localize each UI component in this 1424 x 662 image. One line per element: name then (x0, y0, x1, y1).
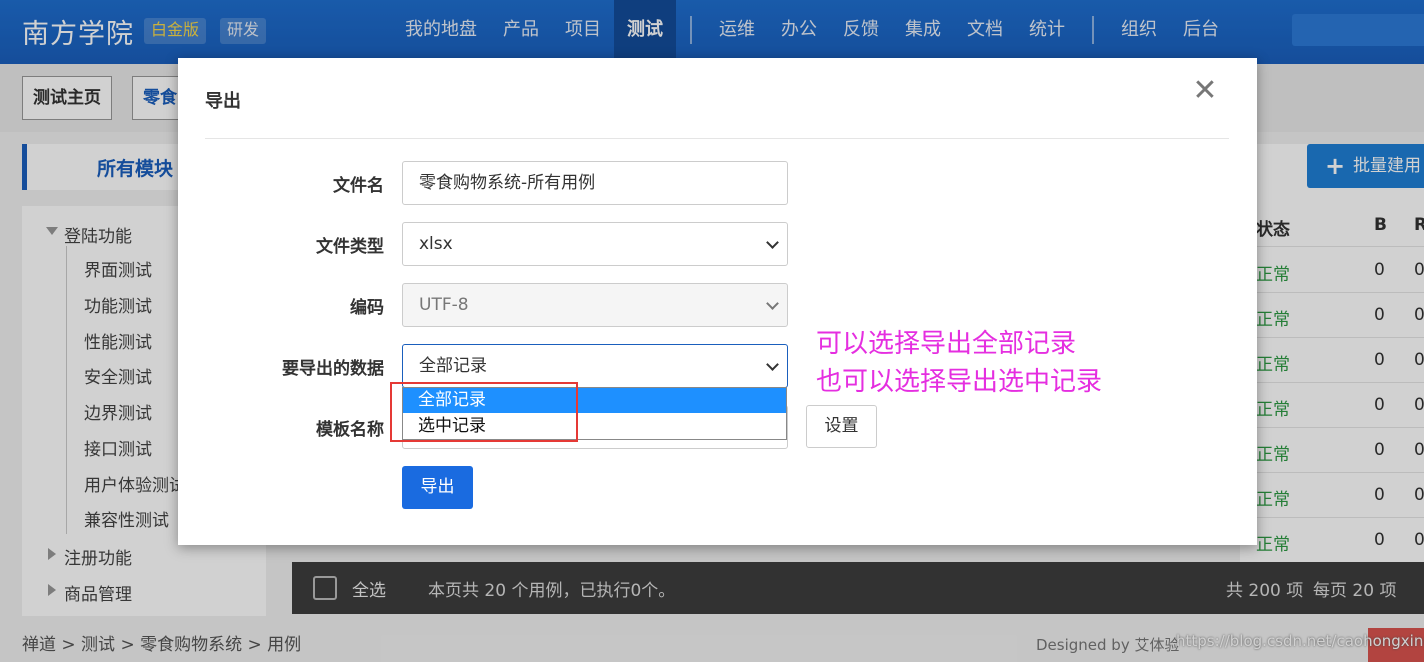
close-icon[interactable]: ✕ (1190, 74, 1220, 108)
template-label: 模板名称 (316, 420, 384, 440)
export-dialog: 导出 ✕ 文件名 零食购物系统-所有用例 文件类型 xlsx 编码 UTF-8 … (178, 58, 1257, 545)
encoding-select: UTF-8 (402, 283, 788, 327)
chevron-down-icon (766, 358, 779, 371)
annotation-highlight-box (390, 382, 578, 442)
chevron-down-icon (766, 236, 779, 249)
encoding-value: UTF-8 (419, 295, 469, 315)
settings-button[interactable]: 设置 (806, 405, 877, 448)
export-data-value: 全部记录 (419, 356, 487, 376)
export-data-label: 要导出的数据 (282, 359, 384, 379)
filetype-select[interactable]: xlsx (402, 222, 788, 266)
filetype-value: xlsx (419, 234, 453, 254)
annotation-note-2: 也可以选择导出选中记录 (816, 367, 1103, 397)
encoding-label: 编码 (350, 298, 384, 318)
chevron-down-icon (766, 297, 779, 310)
filename-label: 文件名 (333, 176, 384, 196)
dialog-divider (205, 138, 1229, 139)
filetype-label: 文件类型 (316, 237, 384, 257)
filename-input[interactable]: 零食购物系统-所有用例 (402, 161, 788, 205)
annotation-note-1: 可以选择导出全部记录 (816, 329, 1077, 359)
export-button[interactable]: 导出 (402, 466, 473, 509)
dialog-title: 导出 (205, 91, 241, 112)
